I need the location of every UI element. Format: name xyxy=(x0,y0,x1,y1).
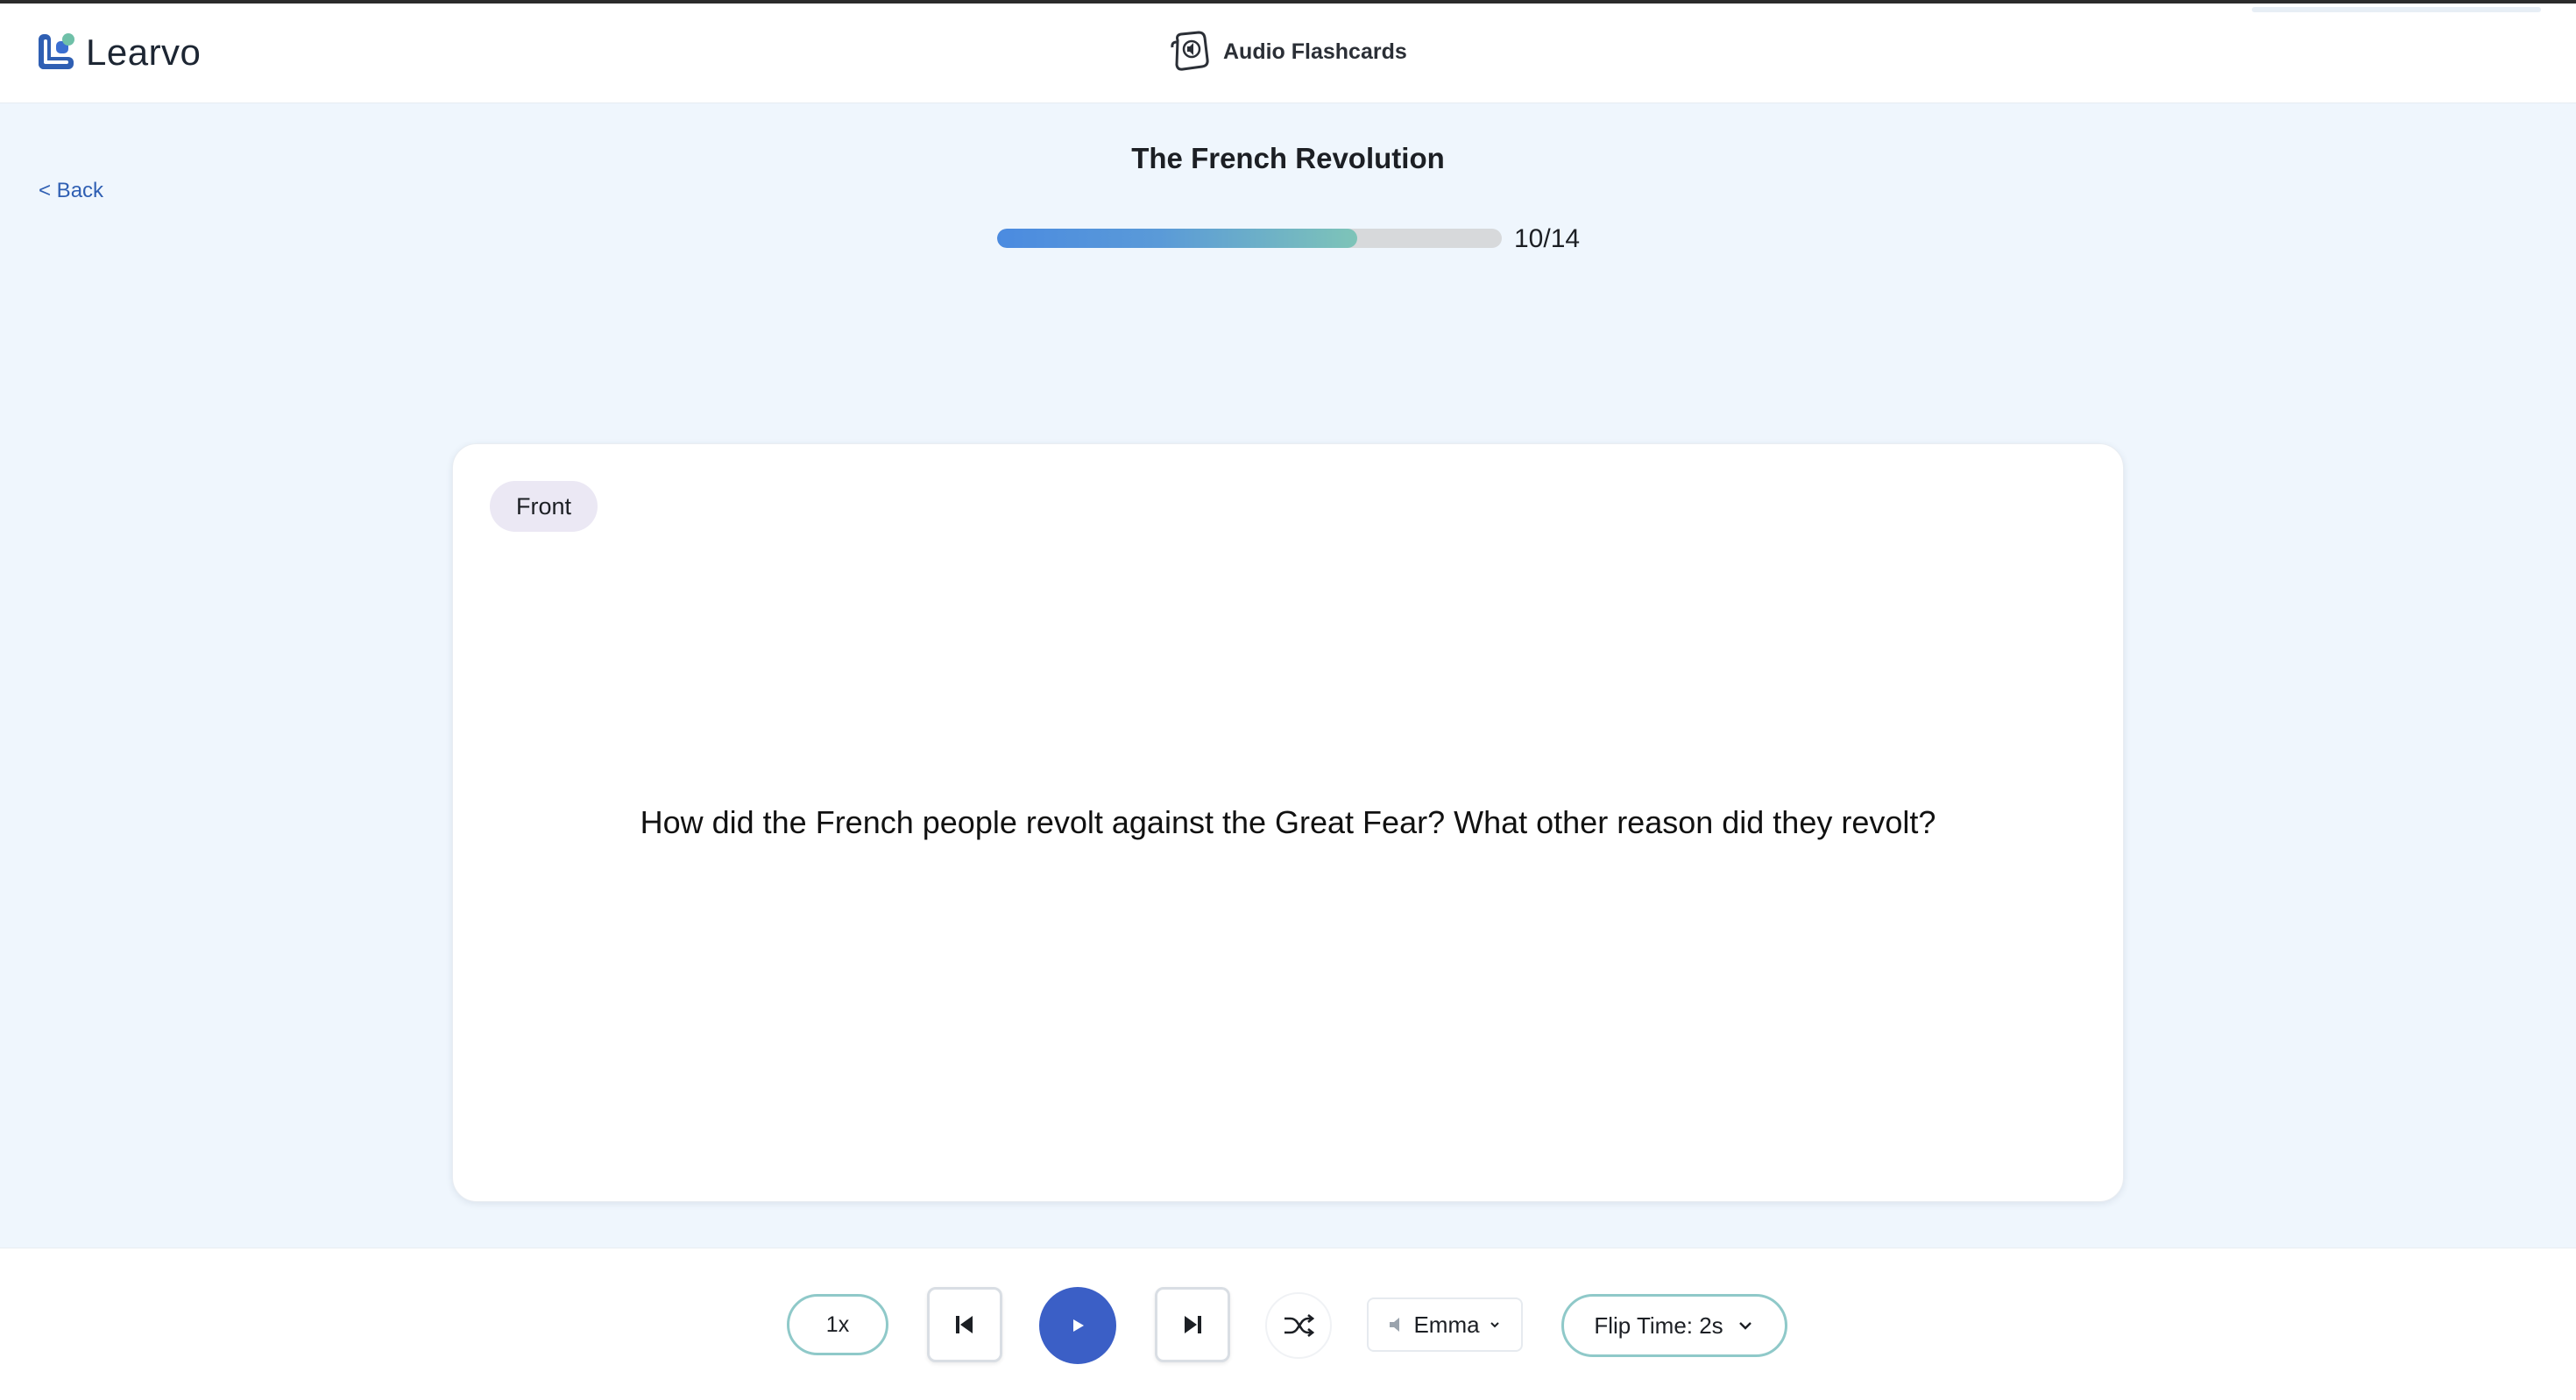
brand-name: Learvo xyxy=(86,32,202,73)
chevron-down-icon xyxy=(1487,1317,1503,1333)
header-scroll-indicator xyxy=(2252,7,2541,12)
audio-cards-icon xyxy=(1169,30,1211,74)
flip-time-select[interactable]: Flip Time: 2s xyxy=(1561,1294,1787,1357)
deck-title: The French Revolution xyxy=(1131,142,1445,174)
app-title: Audio Flashcards xyxy=(1169,30,1407,74)
back-link[interactable]: < Back xyxy=(39,179,103,203)
app-title-text: Audio Flashcards xyxy=(1223,39,1407,64)
brand-logo[interactable]: Learvo xyxy=(37,32,201,74)
playback-controls: 1x Emma Flip Time: 2s xyxy=(0,1248,2576,1400)
chevron-down-icon xyxy=(1736,1316,1755,1335)
flashcard[interactable]: Front How did the French people revolt a… xyxy=(452,443,2124,1202)
flip-time-value: Flip Time: 2s xyxy=(1594,1312,1723,1339)
speaker-icon xyxy=(1387,1315,1406,1334)
progress-bar-fill xyxy=(997,229,1358,248)
card-question-text: How did the French people revolt against… xyxy=(640,804,1936,840)
progress-bar xyxy=(997,229,1502,248)
voice-select-value: Emma xyxy=(1413,1311,1480,1338)
progress-count: 10/14 xyxy=(1514,224,1581,253)
previous-card-button[interactable] xyxy=(927,1287,1002,1362)
play-button[interactable] xyxy=(1039,1287,1116,1364)
skip-previous-icon xyxy=(953,1313,976,1336)
playback-speed-button[interactable]: 1x xyxy=(787,1294,888,1355)
next-card-button[interactable] xyxy=(1155,1287,1230,1362)
skip-next-icon xyxy=(1181,1313,1204,1336)
shuffle-icon xyxy=(1283,1312,1314,1339)
play-icon xyxy=(1068,1316,1087,1335)
app-header: Learvo Audio Flashcards xyxy=(0,4,2576,103)
voice-select[interactable]: Emma xyxy=(1367,1297,1523,1352)
shuffle-button[interactable] xyxy=(1265,1292,1332,1359)
learvo-logo-icon xyxy=(37,32,77,73)
